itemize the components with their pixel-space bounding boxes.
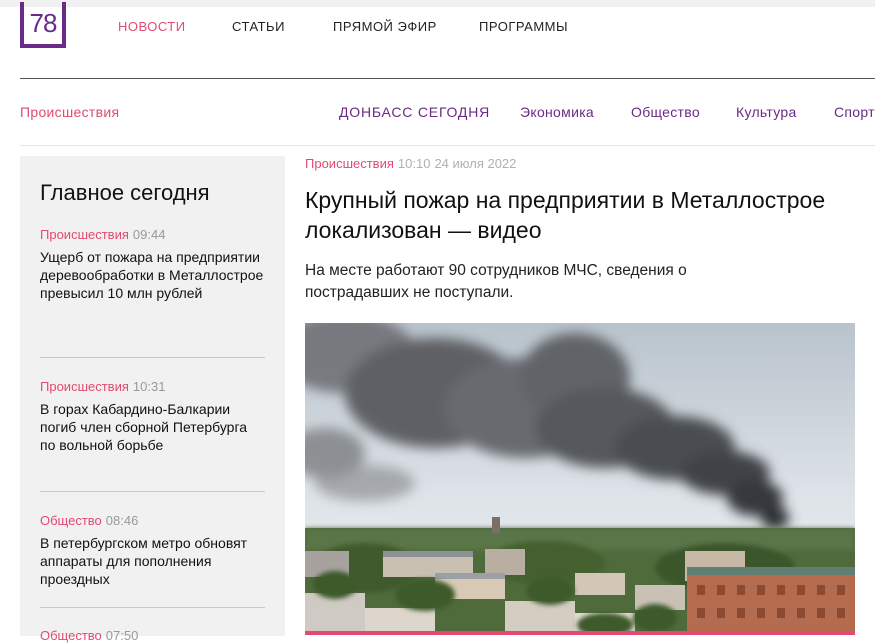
nav-live[interactable]: ПРЯМОЙ ЭФИР bbox=[333, 19, 437, 34]
nav-news[interactable]: НОВОСТИ bbox=[118, 19, 186, 34]
news-category[interactable]: Происшествия bbox=[40, 379, 129, 394]
brick-building bbox=[687, 571, 855, 635]
article-meta: Происшествия 10:10 24 июля 2022 bbox=[305, 156, 855, 171]
section-culture[interactable]: Культура bbox=[736, 104, 797, 120]
logo-text: 78 bbox=[29, 7, 58, 38]
news-meta: Происшествия 09:44 bbox=[40, 227, 265, 242]
news-category[interactable]: Общество bbox=[40, 513, 102, 528]
news-time: 09:44 bbox=[132, 227, 166, 242]
sidebar-news-item[interactable]: Общество 08:46 В петербургском метро обно… bbox=[40, 513, 265, 588]
fire-smoke-image bbox=[305, 323, 855, 635]
news-category[interactable]: Общество bbox=[40, 628, 102, 643]
section-divider bbox=[20, 145, 875, 146]
section-society[interactable]: Общество bbox=[631, 104, 700, 120]
sidebar-news-item[interactable]: Происшествия 09:44 Ущерб от пожара на пре… bbox=[40, 227, 265, 302]
news-time: 08:46 bbox=[105, 513, 139, 528]
sidebar-divider bbox=[40, 607, 265, 608]
sidebar-news-item[interactable]: Общество 07:50 bbox=[40, 628, 265, 643]
water-tower-icon bbox=[492, 517, 500, 533]
article: Происшествия 10:10 24 июля 2022 Крупный по… bbox=[305, 156, 855, 301]
sidebar-title: Главное сегодня bbox=[40, 180, 210, 205]
article-headline: Крупный пожар на предприятии в Металлост… bbox=[305, 187, 826, 243]
nav-articles[interactable]: СТАТЬИ bbox=[232, 19, 285, 34]
article-photo[interactable] bbox=[305, 323, 855, 635]
news-title[interactable]: В петербургском метро обновят аппараты д… bbox=[40, 534, 265, 588]
news-title[interactable]: В горах Кабардино-Балкарии погиб член сб… bbox=[40, 400, 265, 454]
header-divider bbox=[20, 78, 875, 79]
article-date: 24 июля 2022 bbox=[434, 156, 517, 171]
news-meta: Общество 08:46 bbox=[40, 513, 265, 528]
article-lead: На месте работают 90 сотрудников МЧС, св… bbox=[305, 262, 687, 301]
news-meta: Общество 07:50 bbox=[40, 628, 265, 643]
site-logo[interactable]: 78 bbox=[20, 2, 66, 48]
news-time: 10:31 bbox=[132, 379, 166, 394]
sidebar-top-news: Главное сегодня Происшествия 09:44 Ущерб … bbox=[20, 156, 285, 643]
news-meta: Происшествия 10:31 bbox=[40, 379, 265, 394]
sidebar-news-item[interactable]: Происшествия 10:31 В горах Кабардино-Балк… bbox=[40, 379, 265, 454]
current-section[interactable]: Происшествия bbox=[20, 104, 119, 120]
section-economy[interactable]: Экономика bbox=[520, 104, 594, 120]
section-donbass[interactable]: ДОНБАСС СЕГОДНЯ bbox=[339, 104, 490, 120]
news-title[interactable]: Ущерб от пожара на предприятии деревообр… bbox=[40, 248, 265, 302]
top-strip bbox=[0, 0, 875, 7]
sidebar-divider bbox=[40, 491, 265, 492]
news-category[interactable]: Происшествия bbox=[40, 227, 129, 242]
photo-accent-bar bbox=[305, 631, 855, 635]
article-category[interactable]: Происшествия bbox=[305, 156, 394, 171]
article-time: 10:10 bbox=[397, 156, 431, 171]
sidebar-divider bbox=[40, 357, 265, 358]
news-time: 07:50 bbox=[105, 628, 139, 643]
nav-programs[interactable]: ПРОГРАММЫ bbox=[479, 19, 568, 34]
section-sport[interactable]: Спорт bbox=[834, 104, 875, 120]
